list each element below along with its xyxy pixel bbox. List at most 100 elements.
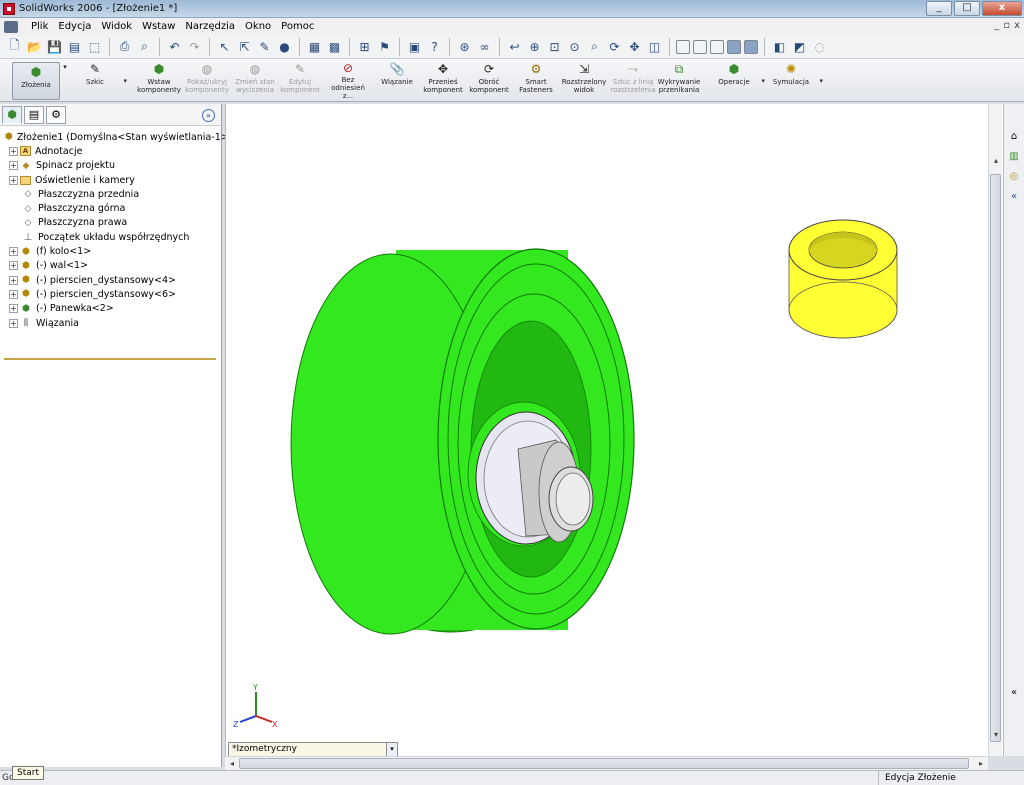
tree-item-poczatek[interactable]: ⊥ Początek układu współrzędnych	[0, 230, 221, 244]
expand-icon[interactable]: +	[9, 146, 18, 156]
tree-item-pierscien-6[interactable]: + ⬢ (-) pierscien_dystansowy<6>	[0, 287, 221, 301]
home-icon[interactable]: ⌂	[1006, 128, 1022, 144]
pokaz-ukryj-button[interactable]: ◍ Pokaż/ukryj komponenty	[184, 62, 230, 100]
zoom-fit-icon[interactable]: ⊕	[526, 38, 543, 55]
make-drawing-icon[interactable]: ▤	[66, 38, 83, 55]
standard-views-icon[interactable]: ◫	[646, 38, 663, 55]
wheel-model[interactable]	[290, 248, 635, 635]
menu-wstaw[interactable]: Wstaw	[137, 21, 180, 32]
expand-icon[interactable]: +	[9, 161, 18, 171]
save-icon[interactable]: 💾	[46, 38, 63, 55]
szkic-z-linia-button[interactable]: ⤳ Szkic z linią rozstrzelenia	[610, 62, 656, 100]
menu-narzedzia[interactable]: Narzędzia	[180, 21, 240, 32]
wireframe-icon[interactable]	[676, 39, 690, 54]
sketch-icon[interactable]: ✎	[256, 38, 273, 55]
shaded-icon[interactable]	[744, 39, 758, 54]
grid-icon[interactable]: ▦	[306, 38, 323, 55]
doc-restore-button[interactable]: ▫	[1003, 20, 1010, 31]
zmien-stan-button[interactable]: ◍ Zmień stan wyciszenia	[232, 62, 278, 100]
tree-item-panewka[interactable]: + ⬢ (-) Panewka<2>	[0, 302, 221, 316]
menu-plik[interactable]: Plik	[26, 21, 53, 32]
collapse-pane-icon[interactable]: «	[1006, 188, 1022, 204]
doc-close-button[interactable]: x	[1014, 20, 1020, 31]
redo-icon[interactable]: ↷	[186, 38, 203, 55]
przenies-komponent-button[interactable]: ✥ Przenieś komponent	[422, 62, 464, 100]
new-file-icon[interactable]: 🗋	[6, 38, 23, 55]
previous-view-icon[interactable]: ↩	[506, 38, 523, 55]
edytuj-komponent-button[interactable]: ✎ Edytuj komponent	[278, 62, 322, 100]
tree-item-plaszczyzna-przednia[interactable]: ◇ Płaszczyzna przednia	[0, 187, 221, 201]
scroll-right-icon[interactable]: ▸	[974, 757, 988, 771]
zoom-selection-icon[interactable]: ⌕	[586, 38, 603, 55]
configuration-manager-tab[interactable]: ⚙	[46, 105, 66, 124]
wstaw-komponenty-button[interactable]: ⬢ Wstaw komponenty	[136, 62, 182, 100]
section-view-icon[interactable]: ◧	[771, 38, 788, 55]
expand-icon[interactable]: +	[9, 261, 18, 271]
vertical-scroll-thumb[interactable]	[990, 174, 1001, 742]
feature-tree-tab[interactable]: ⬢	[2, 105, 22, 124]
print-preview-icon[interactable]: ⌕	[136, 38, 153, 55]
symulacja-button[interactable]: ✺ Symulacja ▾	[768, 62, 823, 100]
horizontal-scroll-thumb[interactable]	[239, 758, 969, 769]
menu-okno[interactable]: Okno	[240, 21, 276, 32]
scroll-down-icon[interactable]: ▾	[989, 728, 1003, 742]
link-icon[interactable]: ∞	[476, 38, 493, 55]
zlozenia-tab-button[interactable]: ⬢ Złożenia	[12, 62, 60, 100]
chevron-down-icon[interactable]: ▾	[386, 743, 397, 756]
expand-panel-icon[interactable]: »	[202, 109, 215, 122]
model-view[interactable]: Y X Z	[226, 104, 988, 740]
tree-item-wal[interactable]: + ⬢ (-) wal<1>	[0, 259, 221, 273]
expand-icon[interactable]: +	[9, 275, 18, 285]
make-assembly-icon[interactable]: ⬚	[86, 38, 103, 55]
options-grid-icon[interactable]: ▩	[326, 38, 343, 55]
traffic-light-icon[interactable]: ●	[276, 38, 293, 55]
select-filter-icon[interactable]: ⇱	[236, 38, 253, 55]
tree-item-plaszczyzna-prawa[interactable]: ◇ Płaszczyzna prawa	[0, 216, 221, 230]
pan-icon[interactable]: ✥	[626, 38, 643, 55]
select-icon[interactable]: ↖	[216, 38, 233, 55]
expand-icon[interactable]: +	[9, 304, 18, 314]
spacer-ring-model[interactable]	[788, 219, 898, 339]
tree-item-pierscien-4[interactable]: + ⬢ (-) pierscien_dystansowy<4>	[0, 273, 221, 287]
tree-item-kolo[interactable]: + ⬢ (f) kolo<1>	[0, 244, 221, 258]
expand-pane-icon[interactable]: «	[1006, 684, 1022, 700]
rotate-icon[interactable]: ⟳	[606, 38, 623, 55]
bez-odniesien-button[interactable]: ⊘ Bez odniesień z...	[326, 62, 370, 100]
view-orientation-select[interactable]: *Izometryczny ▾	[228, 742, 398, 757]
view-orientation-icon[interactable]: ⊛	[456, 38, 473, 55]
tree-item-spinacz[interactable]: + ◆ Spinacz projektu	[0, 159, 221, 173]
properties-icon[interactable]: ▣	[406, 38, 423, 55]
obroc-komponent-button[interactable]: ⟳ Obróć komponent	[468, 62, 510, 100]
shadows-icon[interactable]: ◌	[811, 38, 828, 55]
menu-widok[interactable]: Widok	[96, 21, 137, 32]
expand-icon[interactable]: +	[9, 247, 18, 257]
scroll-left-icon[interactable]: ◂	[225, 757, 239, 771]
menu-pomoc[interactable]: Pomoc	[276, 21, 319, 32]
szkic-tab-button[interactable]: ✎ Szkic ▾	[72, 62, 127, 100]
tree-root-assembly[interactable]: ⬢ Złożenie1 (Domyślna<Stan wyświetlania-…	[0, 130, 232, 144]
realview-icon[interactable]: ◩	[791, 38, 808, 55]
smart-fasteners-button[interactable]: ⚙ Smart Fasteners	[514, 62, 558, 100]
print-icon[interactable]: ⎙	[116, 38, 133, 55]
design-library-icon[interactable]: ▥	[1006, 148, 1022, 164]
wykrywanie-przenikania-button[interactable]: ⧉ Wykrywanie przenikania	[656, 62, 702, 100]
rebuild-icon[interactable]: ⚑	[376, 38, 393, 55]
instant-3d-icon[interactable]: ⊞	[356, 38, 373, 55]
operacje-button[interactable]: ⬢ Operacje ▾	[712, 62, 765, 100]
zoom-in-out-icon[interactable]: ⊙	[566, 38, 583, 55]
document-icon[interactable]	[4, 20, 18, 33]
wiazanie-button[interactable]: 📎 Wiązanie	[374, 62, 420, 100]
rollback-bar[interactable]	[4, 358, 216, 360]
maximize-button[interactable]: □	[954, 1, 980, 16]
help-icon[interactable]: ?	[426, 38, 443, 55]
graphics-area[interactable]: Y X Z *Izometryczny ▾	[225, 104, 1003, 757]
menu-edycja[interactable]: Edycja	[53, 21, 96, 32]
start-tooltip[interactable]: Start	[12, 766, 44, 780]
file-explorer-icon[interactable]: ◎	[1006, 168, 1022, 184]
open-file-icon[interactable]: 📂	[26, 38, 43, 55]
minimize-button[interactable]: _	[926, 1, 952, 16]
expand-icon[interactable]: +	[9, 318, 18, 328]
hidden-lines-visible-icon[interactable]	[693, 39, 707, 54]
tree-item-adnotacje[interactable]: + A Adnotacje	[0, 144, 221, 158]
zlozenia-dropdown[interactable]: ▾	[60, 63, 70, 101]
